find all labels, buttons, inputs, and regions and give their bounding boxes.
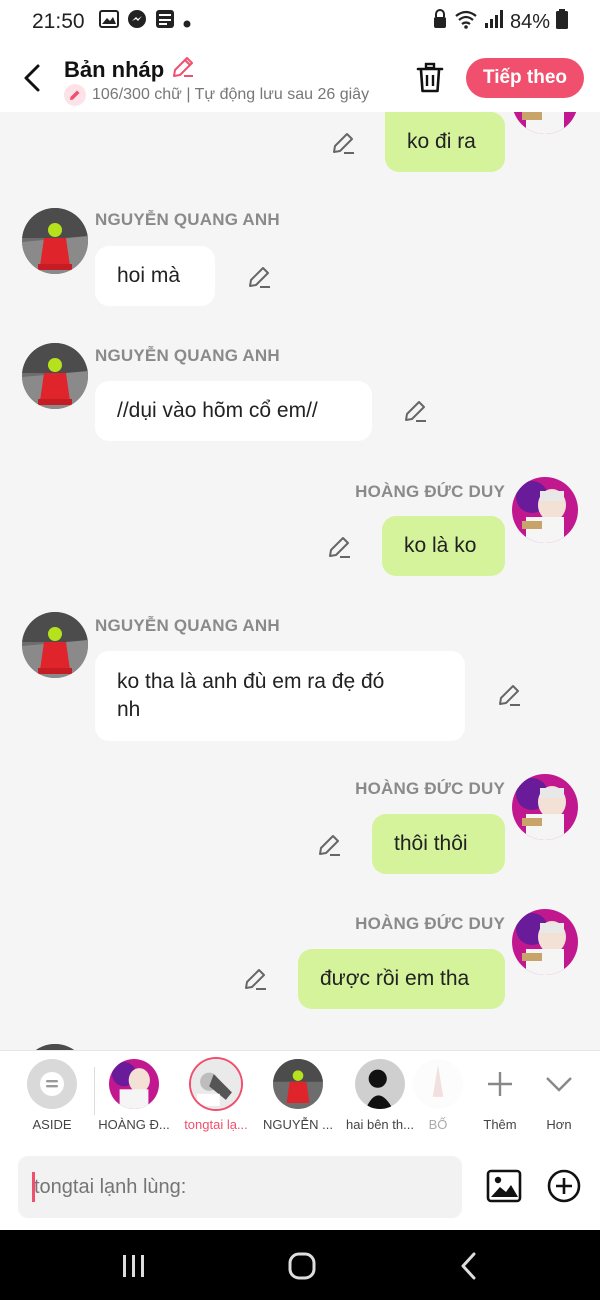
system-back-button[interactable] — [450, 1250, 490, 1282]
character-hoang-duc-duy[interactable]: HOÀNG Đ... — [94, 1059, 174, 1132]
app-header: Bản nháp 106/300 chữ | Tự động lưu sau 2… — [0, 44, 600, 112]
system-nav-bar — [0, 1230, 600, 1300]
delete-button[interactable] — [414, 60, 446, 96]
input-bar — [0, 1146, 600, 1230]
add-content-button[interactable] — [546, 1168, 582, 1204]
avatar-nguyen-quang-anh — [22, 208, 88, 274]
avatar-hoang-duc-duy — [512, 477, 578, 543]
character-tongtai[interactable]: tongtai lạ... — [176, 1059, 256, 1132]
edit-message-icon[interactable] — [246, 264, 272, 290]
chevron-down-icon — [528, 1059, 590, 1109]
battery-level: 84% — [509, 10, 550, 33]
insert-image-button[interactable] — [486, 1168, 522, 1204]
back-chevron-icon — [461, 1252, 476, 1280]
page-title: Bản nháp — [64, 56, 165, 82]
text-caret — [32, 1172, 35, 1202]
avatar — [413, 1059, 463, 1109]
character-bo[interactable]: BỐ — [410, 1059, 466, 1132]
more-label: Hơn — [546, 1117, 572, 1132]
clock: 21:50 — [32, 10, 85, 33]
message-bubble: ko là ko — [382, 516, 505, 576]
message-bubble: ko tha là anh đù em ra đẹ đó nh — [95, 651, 465, 741]
character-selector: ASIDE HOÀNG Đ... tongtai lạ... NGUYỄN ..… — [0, 1050, 600, 1146]
plus-icon — [462, 1059, 538, 1109]
gallery-icon — [98, 10, 119, 34]
character-label: ASIDE — [32, 1117, 72, 1132]
avatar — [191, 1059, 241, 1109]
recent-apps-icon — [123, 1255, 144, 1277]
trash-icon — [416, 62, 444, 93]
draft-status-text: 106/300 chữ | Tự động lưu sau 26 giây — [92, 86, 370, 103]
avatar-nguyen-quang-anh — [22, 612, 88, 678]
edit-message-icon[interactable] — [330, 130, 356, 156]
character-label: NGUYỄN ... — [262, 1117, 334, 1132]
message-input[interactable] — [18, 1156, 462, 1218]
draft-status: 106/300 chữ | Tự động lưu sau 26 giây — [64, 84, 392, 106]
home-button[interactable] — [282, 1250, 322, 1282]
edit-message-icon[interactable] — [402, 398, 428, 424]
character-label: HOÀNG Đ... — [98, 1117, 170, 1132]
message-bubble: ko đi ra — [385, 112, 505, 172]
next-button[interactable]: Tiếp theo — [466, 58, 584, 98]
sender-name: NGUYỄN QUANG ANH — [95, 210, 280, 229]
avatar-hoang-duc-duy — [512, 909, 578, 975]
add-label: Thêm — [483, 1117, 517, 1132]
message-bubble: thôi thôi — [372, 814, 505, 874]
aside-icon — [27, 1059, 77, 1109]
signal-icon — [484, 9, 504, 35]
avatar-hoang-duc-duy — [512, 112, 578, 134]
edit-message-icon[interactable] — [326, 534, 352, 560]
add-character-button[interactable]: Thêm — [462, 1059, 538, 1132]
sender-name: HOÀNG ĐỨC DUY — [355, 779, 505, 798]
battery-icon — [556, 9, 568, 35]
avatar-hoang-duc-duy — [512, 774, 578, 840]
message-bubble: hoi mà — [95, 246, 215, 306]
sender-name: NGUYỄN QUANG ANH — [95, 616, 280, 635]
more-characters-button[interactable]: Hơn — [528, 1059, 590, 1132]
sender-name: NGUYỄN QUANG ANH — [95, 346, 280, 365]
edit-message-icon[interactable] — [242, 966, 268, 992]
message-bubble: được rồi em tha — [298, 949, 505, 1009]
image-icon — [486, 1169, 522, 1203]
recent-apps-button[interactable] — [114, 1250, 154, 1282]
message-bubble: //dụi vào hõm cổ em// — [95, 381, 372, 441]
lock-icon — [432, 9, 448, 35]
message-line: nh — [117, 698, 141, 721]
status-bar: 21:50 84% — [0, 0, 600, 44]
back-arrow-icon — [24, 64, 40, 92]
messenger-icon — [127, 9, 147, 35]
avatar — [273, 1059, 323, 1109]
sender-name: HOÀNG ĐỨC DUY — [355, 482, 505, 501]
character-label: hai bên th... — [346, 1117, 414, 1132]
character-nguyen-quang-anh[interactable]: NGUYỄN ... — [258, 1059, 338, 1132]
character-label: tongtai lạ... — [184, 1117, 248, 1132]
character-hai-ben[interactable]: hai bên th... — [340, 1059, 420, 1132]
home-icon — [288, 1252, 316, 1280]
character-label: BỐ — [428, 1117, 448, 1132]
avatar-nguyen-quang-anh — [22, 343, 88, 409]
message-line: ko tha là anh đù em ra đẹ đó — [117, 670, 385, 693]
edit-message-icon[interactable] — [496, 682, 522, 708]
pencil-badge-icon — [64, 84, 86, 106]
baomoi-icon — [155, 9, 175, 35]
title-row: Bản nháp — [64, 54, 196, 85]
rename-pencil-icon[interactable] — [170, 54, 196, 85]
dot-icon — [183, 11, 191, 34]
character-aside[interactable]: ASIDE — [12, 1059, 92, 1132]
avatar — [355, 1059, 405, 1109]
chat-area[interactable]: ko đi ra NGUYỄN QUANG ANH hoi mà NGUYỄN … — [0, 112, 600, 1050]
wifi-icon — [454, 9, 478, 35]
sender-name: HOÀNG ĐỨC DUY — [355, 914, 505, 933]
plus-circle-icon — [547, 1169, 581, 1203]
back-button[interactable] — [18, 60, 50, 96]
avatar — [109, 1059, 159, 1109]
edit-message-icon[interactable] — [316, 832, 342, 858]
